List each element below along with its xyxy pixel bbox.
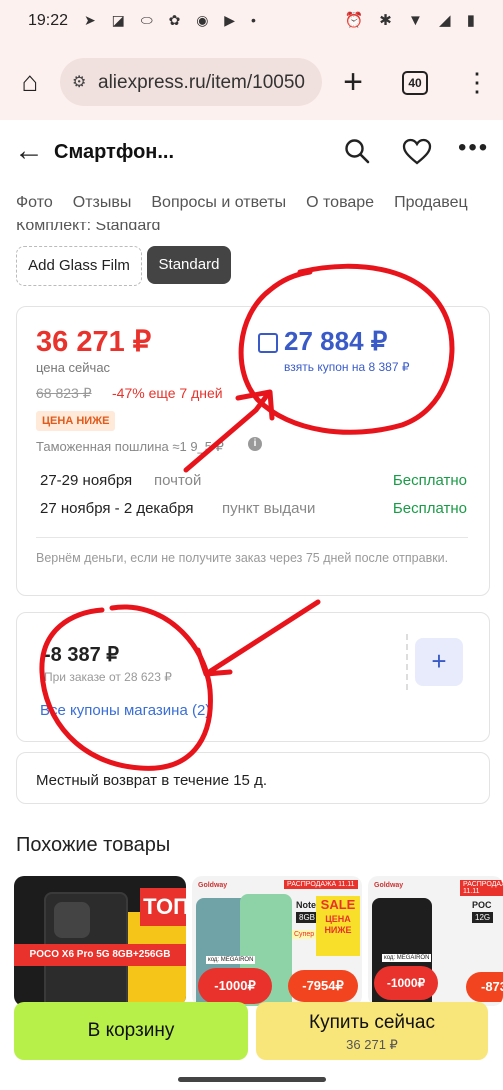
page-title: Смартфон... [54,141,175,163]
discount-bubble: -1000₽ [198,968,272,1004]
model-label: Note [296,900,316,910]
buy-now-label: Купить сейчас [309,1012,435,1033]
product-label: POCO X6 Pro 5G 8GB+256GB [14,944,186,966]
divider [36,537,468,538]
customs-duty: Таможенная пошлина ≈1 9_5 ₽ [36,439,224,454]
buy-now-button[interactable]: Купить сейчас 36 271 ₽ [256,1002,488,1060]
site-settings-icon[interactable]: ⚙ [72,72,86,92]
coupon-amount: -8 387 ₽ [44,644,119,666]
sale-label: SALE [320,897,356,912]
promo-code: код: MEGAIRON [382,954,432,962]
sale-tag: РАСПРОДАЖА 11.11 [460,880,503,896]
tab-questions[interactable]: Вопросы и ответы [151,194,286,218]
home-icon[interactable]: ⌂ [14,62,46,102]
delivery-cost: Бесплатно [392,472,467,489]
price-bubble: -7954₽ [288,970,358,1002]
favorite-heart-icon[interactable] [402,138,432,166]
variant-standard[interactable]: Standard [147,246,231,284]
memory-label: 12G [472,912,494,923]
browser-menu-icon[interactable]: ⋮ [464,64,490,100]
super-label: Супер [292,930,317,939]
tab-reviews[interactable]: Отзывы [73,194,132,218]
variant-add-glass-film[interactable]: Add Glass Film [16,246,142,286]
brand-logo: Goldway [374,882,404,889]
take-coupon-link[interactable]: взять купон на 8 387 ₽ [284,360,409,374]
search-icon[interactable] [344,138,370,164]
all-store-coupons-link[interactable]: Все купоны магазина (2) [40,702,210,719]
tab-about[interactable]: О товаре [306,194,374,218]
current-price-label: цена сейчас [36,360,111,375]
section-tabs: Фото Отзывы Вопросы и ответы О товаре Пр… [16,194,488,218]
similar-products-title: Похожие товары [16,834,171,856]
tab-switcher-button[interactable]: 40 [402,71,428,95]
buy-now-price: 36 271 ₽ [346,1037,398,1052]
similar-product-card[interactable]: Goldway РАСПРОДАЖА 11.11 Note 8GB SALE Ц… [192,876,362,1006]
more-options-icon[interactable]: ••• [458,134,489,162]
similar-product-card[interactable]: Goldway РАСПРОДАЖА 11.11 POC 12G код: ME… [368,876,503,1006]
coupon-condition: При заказе от 28 623 ₽ [44,670,172,684]
sale-tag: РАСПРОДАЖА 11.11 [284,880,358,889]
notification-icons: ➤ ◪ ⬭ ✿ ◉ ▶ • [84,12,262,28]
discount-bubble: -1000₽ [374,966,438,1000]
tab-photo[interactable]: Фото [16,194,53,218]
memory-label: 8GB [296,912,319,923]
similar-product-card[interactable]: ТОП POCO X6 Pro 5G 8GB+256GB [14,876,186,1006]
back-arrow-icon[interactable]: ← [14,134,44,168]
promo-code: код: MEGAIRON [206,956,256,964]
old-price: 68 823 ₽ [36,385,92,401]
top-badge: ТОП [140,888,186,926]
delivery-date: 27 ноября - 2 декабря [40,500,194,517]
config-label: Комплект: Standard [16,222,161,234]
discount-text: -47% еще 7 дней [112,385,223,401]
url-text[interactable]: aliexpress.ru/item/10050 [98,72,316,94]
delivery-cost: Бесплатно [392,500,467,517]
gesture-nav-bar[interactable] [178,1077,326,1082]
tab-seller[interactable]: Продавец [394,194,468,218]
coupon-checkbox[interactable] [258,333,278,353]
model-label: POC [472,900,492,910]
camera-module [54,902,90,938]
price-lower-badge: ЦЕНА НИЖЕ [36,411,116,431]
current-price: 36 271 ₽ [36,326,152,358]
coupon-price[interactable]: 27 884 ₽ [284,326,387,357]
add-to-cart-button[interactable]: В корзину [14,1002,248,1060]
money-back-guarantee: Вернём деньги, если не получите заказ че… [36,551,449,565]
price-bubble: -873 [466,972,503,1002]
delivery-date: 27-29 ноября [40,472,133,489]
status-time: 19:22 [28,12,69,29]
delivery-method: пункт выдачи [222,500,316,517]
new-tab-icon[interactable]: + [338,62,368,102]
sale-sticker: SALE ЦЕНА НИЖЕ [316,896,360,956]
delivery-method: почтой [154,472,202,489]
system-icons: ⏰ ✱ ▼ ◢ ▮ [344,12,481,29]
local-return-text: Местный возврат в течение 15 д. [36,772,267,789]
add-coupon-button[interactable]: + [415,638,463,686]
info-icon[interactable]: i [248,437,262,451]
lower-price-label: ЦЕНА НИЖЕ [324,914,352,935]
brand-logo: Goldway [198,882,228,889]
